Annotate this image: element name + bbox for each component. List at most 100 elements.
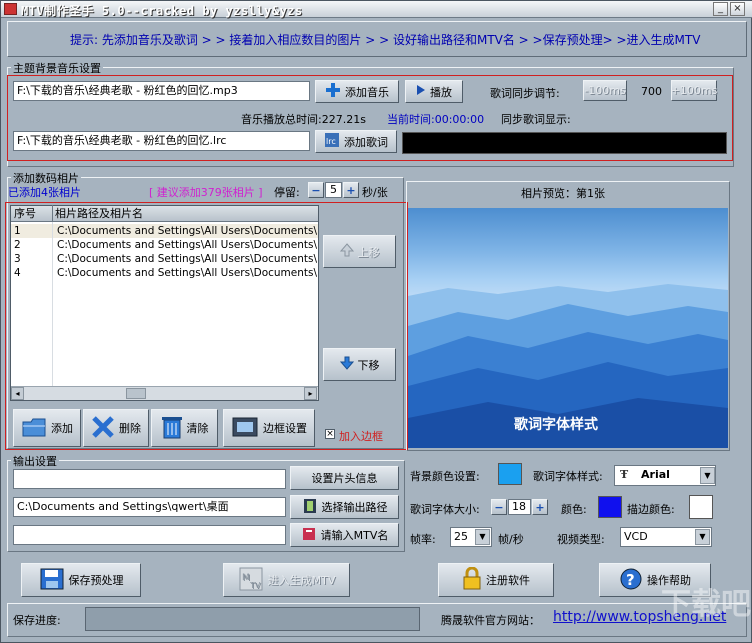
add-music-label: 添加音乐 bbox=[345, 85, 389, 99]
add-music-button[interactable]: 添加音乐 bbox=[315, 80, 399, 103]
table-row[interactable]: 1 C:\Documents and Settings\All Users\Do… bbox=[11, 224, 318, 238]
delete-photo-button[interactable]: 删除 bbox=[83, 409, 149, 447]
add-lyric-button[interactable]: lrc 添加歌词 bbox=[315, 130, 397, 153]
move-up-button[interactable]: 上移 bbox=[323, 235, 396, 268]
lyric-style-preview: 歌词字体样式 bbox=[514, 417, 598, 433]
minus-100ms-button[interactable]: -100ms bbox=[583, 80, 627, 101]
save-disk-icon bbox=[39, 567, 65, 594]
video-type-label: 视频类型: bbox=[557, 533, 605, 546]
fps-value: 25 bbox=[454, 530, 468, 543]
arrow-down-icon bbox=[339, 356, 354, 373]
fps-select[interactable]: 25 ▼ bbox=[450, 527, 492, 547]
font-size-increase-button[interactable]: + bbox=[532, 499, 548, 515]
font-style-label: 歌词字体样式: bbox=[533, 470, 603, 483]
delete-x-icon bbox=[91, 415, 115, 442]
main-window: MTV制作圣手 5.0--cracked by yzslly&yzs _ × 提… bbox=[0, 0, 752, 643]
table-row[interactable]: 4 C:\Documents and Settings\All Users\Do… bbox=[11, 266, 318, 280]
photo-list[interactable]: 序号 相片路径及相片名 1 C:\Documents and Settings\… bbox=[10, 205, 319, 401]
add-photo-button[interactable]: 添加 bbox=[13, 409, 81, 447]
text-color-swatch[interactable] bbox=[598, 496, 622, 518]
row-path: C:\Documents and Settings\All Users\Docu… bbox=[57, 239, 318, 251]
row-path: C:\Documents and Settings\All Users\Docu… bbox=[57, 267, 318, 279]
mtv-icon: M TV bbox=[238, 566, 264, 595]
mtv-name-button[interactable]: 请输入MTV名 bbox=[290, 523, 399, 547]
register-button[interactable]: 注册软件 bbox=[438, 563, 554, 597]
lyric-sync-display bbox=[402, 132, 727, 154]
window-title: MTV制作圣手 5.0--cracked by yzslly&yzs bbox=[21, 4, 303, 18]
bg-color-swatch[interactable] bbox=[498, 463, 522, 485]
help-icon: ? bbox=[619, 567, 643, 594]
play-button[interactable]: 播放 bbox=[405, 80, 463, 103]
minimize-button[interactable]: _ bbox=[713, 2, 728, 16]
svg-text:lrc: lrc bbox=[326, 137, 336, 146]
header-info-field[interactable] bbox=[13, 469, 286, 489]
row-index: 3 bbox=[14, 253, 21, 265]
row-index: 2 bbox=[14, 239, 21, 251]
column-divider bbox=[52, 205, 53, 221]
mtv-name-field[interactable] bbox=[13, 525, 286, 545]
clear-photos-button[interactable]: 清除 bbox=[151, 409, 218, 447]
scroll-right-icon[interactable]: ▸ bbox=[304, 387, 317, 400]
stroke-color-swatch[interactable] bbox=[689, 495, 713, 519]
trash-icon bbox=[161, 414, 183, 443]
enter-generate-button[interactable]: M TV 进入生成MTV bbox=[223, 563, 350, 597]
horizontal-scrollbar[interactable]: ◂ ▸ bbox=[11, 386, 318, 400]
close-button[interactable]: × bbox=[730, 2, 745, 16]
sync-offset-value: 700 bbox=[641, 85, 662, 98]
svg-text:M: M bbox=[242, 573, 250, 583]
svg-text:TV: TV bbox=[249, 581, 261, 590]
row-path: C:\Documents and Settings\All Users\Docu… bbox=[57, 225, 318, 237]
output-path-field[interactable]: C:\Documents and Settings\qwert\桌面 bbox=[13, 497, 286, 517]
app-icon bbox=[4, 3, 17, 15]
progress-label: 保存进度: bbox=[13, 614, 61, 627]
chevron-down-icon[interactable]: ▼ bbox=[695, 529, 710, 545]
table-row[interactable]: 2 C:\Documents and Settings\All Users\Do… bbox=[11, 238, 318, 252]
music-path-field[interactable]: F:\下载的音乐\经典老歌 - 粉红色的回忆.mp3 bbox=[13, 81, 310, 101]
pause-increase-button[interactable]: + bbox=[343, 182, 359, 198]
pause-value[interactable]: 5 bbox=[325, 182, 342, 198]
video-type-value: VCD bbox=[624, 530, 648, 543]
add-frame-checkbox[interactable]: × bbox=[325, 429, 335, 439]
font-size-decrease-button[interactable]: − bbox=[491, 499, 507, 515]
plus-100ms-button[interactable]: +100ms bbox=[671, 80, 717, 101]
font-size-value[interactable]: 18 bbox=[508, 499, 531, 515]
plus-icon bbox=[325, 82, 341, 101]
save-preprocess-button[interactable]: 保存预处理 bbox=[21, 563, 141, 597]
add-frame-label: 加入边框 bbox=[339, 430, 383, 443]
move-up-label: 上移 bbox=[357, 245, 380, 259]
total-time-label: 音乐播放总时间:227.21s bbox=[241, 113, 366, 126]
column-header-path[interactable]: 相片路径及相片名 bbox=[55, 206, 143, 221]
preview-header: 相片预览：第1张 bbox=[521, 187, 605, 200]
header-info-button[interactable]: 设置片头信息 bbox=[290, 466, 399, 490]
chevron-down-icon[interactable]: ▼ bbox=[475, 529, 490, 545]
select-output-path-button[interactable]: 选择输出路径 bbox=[290, 495, 399, 519]
play-label: 播放 bbox=[430, 85, 452, 99]
photo-preview: 歌词字体样式 bbox=[408, 208, 728, 448]
folder-icon bbox=[21, 414, 47, 443]
sync-display-label: 同步歌词显示: bbox=[501, 113, 571, 126]
move-down-button[interactable]: 下移 bbox=[323, 348, 396, 381]
truetype-icon: Ŧ bbox=[620, 468, 629, 481]
frame-settings-button[interactable]: 边框设置 bbox=[223, 409, 315, 447]
lyric-path-field[interactable]: F:\下载的音乐\经典老歌 - 粉红色的回忆.lrc bbox=[13, 131, 310, 151]
play-icon bbox=[416, 84, 426, 99]
added-count: 已添加4张相片 bbox=[8, 186, 81, 199]
font-select[interactable]: Ŧ Arial ▼ bbox=[614, 465, 716, 486]
bg-color-label: 背景颜色设置: bbox=[410, 470, 480, 483]
pause-unit: 秒/张 bbox=[362, 186, 388, 199]
scroll-thumb[interactable] bbox=[126, 388, 146, 399]
row-index: 1 bbox=[14, 225, 21, 237]
scroll-left-icon[interactable]: ◂ bbox=[11, 387, 24, 400]
site-label: 腾晟软件官方网站： bbox=[441, 614, 540, 627]
svg-text:?: ? bbox=[626, 571, 635, 589]
chevron-down-icon[interactable]: ▼ bbox=[700, 467, 715, 484]
clear-photos-label: 清除 bbox=[186, 422, 209, 435]
text-color-label: 颜色: bbox=[561, 503, 587, 516]
save-progress-bar bbox=[85, 607, 420, 631]
video-type-select[interactable]: VCD ▼ bbox=[620, 527, 712, 547]
enter-generate-label: 进入生成MTV bbox=[267, 574, 336, 587]
column-header-index[interactable]: 序号 bbox=[14, 206, 36, 221]
pause-decrease-button[interactable]: − bbox=[308, 182, 324, 198]
table-row[interactable]: 3 C:\Documents and Settings\All Users\Do… bbox=[11, 252, 318, 266]
book-icon bbox=[301, 526, 317, 545]
